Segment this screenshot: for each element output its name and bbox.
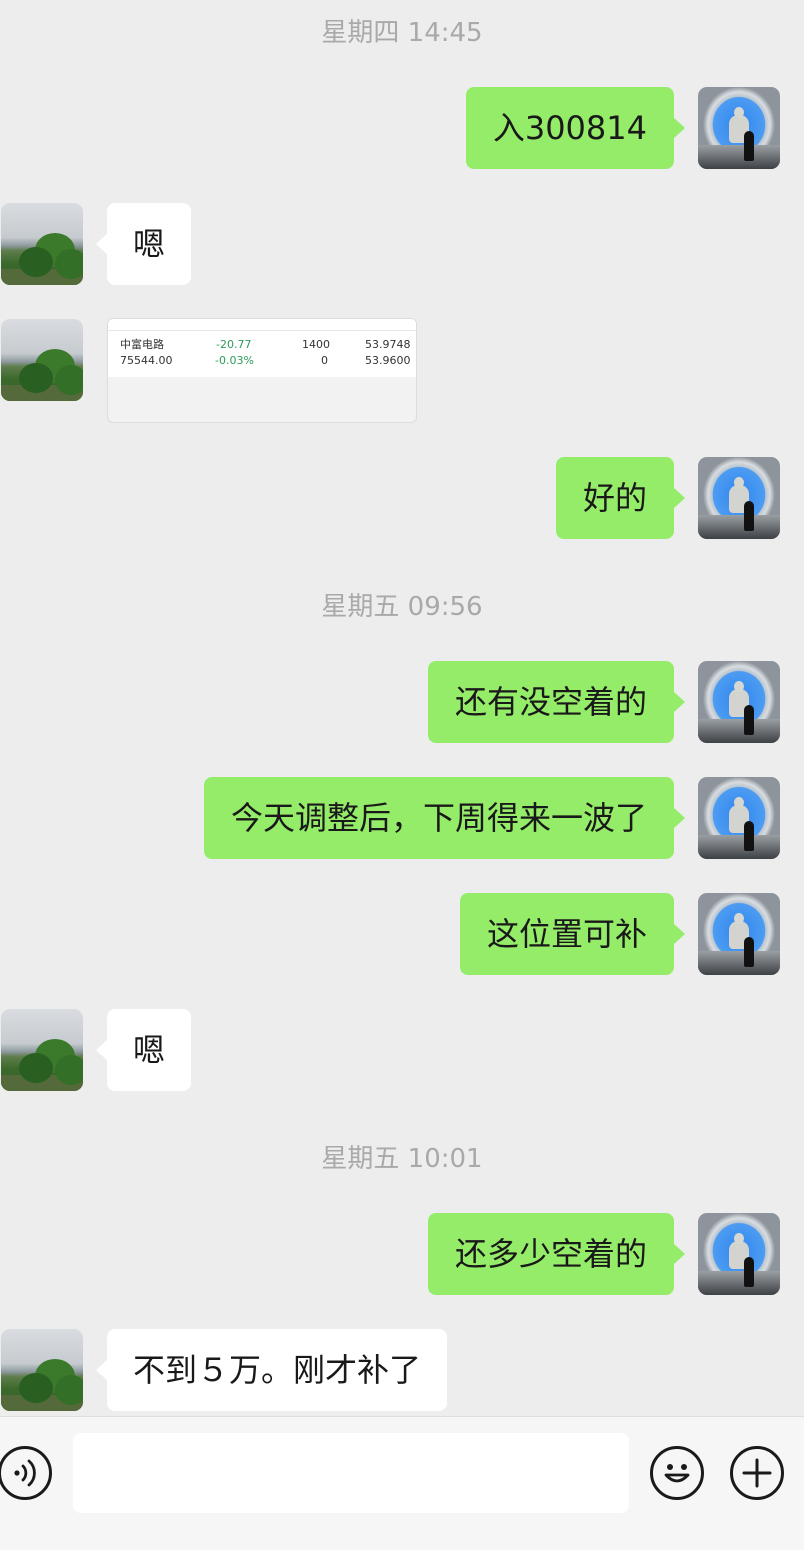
stock-qty: 1400	[302, 338, 330, 351]
stock-name: 中富电路	[120, 338, 164, 351]
chat-area[interactable]: 星期四 14:45 入300814 嗯 中富电路 -20.77 1400 53.…	[0, 0, 804, 1416]
my-avatar[interactable]	[698, 457, 780, 539]
my-avatar[interactable]	[698, 1213, 780, 1295]
contact-avatar[interactable]	[1, 1009, 83, 1091]
timestamp: 星期五 09:56	[321, 592, 483, 622]
my-avatar[interactable]	[698, 777, 780, 859]
avatar-image-part	[55, 1375, 83, 1405]
avatar-image-part	[19, 1373, 53, 1403]
image-cropped-row	[108, 319, 416, 331]
avatar-image-part	[19, 363, 53, 393]
avatar-image-part	[55, 249, 83, 279]
avatar-image-part	[698, 145, 780, 169]
contact-avatar[interactable]	[1, 319, 83, 401]
stock-qty: 0	[321, 354, 328, 367]
avatar-image-part	[744, 705, 754, 735]
stock-price: 53.9748	[365, 338, 411, 351]
my-avatar[interactable]	[698, 87, 780, 169]
message-bubble-sent[interactable]: 今天调整后，下周得来一波了	[203, 777, 686, 859]
plus-icon[interactable]	[730, 1446, 784, 1500]
avatar-image-part	[744, 131, 754, 161]
stock-value: 75544.00	[120, 354, 173, 367]
message-bubble-received[interactable]: 不到５万。刚才补了	[95, 1329, 448, 1411]
avatar-image-part	[19, 1053, 53, 1083]
message-bubble-sent[interactable]: 好的	[555, 457, 686, 539]
avatar-image-part	[698, 515, 780, 539]
emoji-icon-glyph	[664, 1464, 690, 1483]
avatar-image-part	[19, 247, 53, 277]
message-bubble-received[interactable]: 嗯	[95, 1009, 192, 1091]
stock-change-pct: -0.03%	[215, 354, 254, 367]
my-avatar[interactable]	[698, 661, 780, 743]
stock-price: 53.9600	[365, 354, 411, 367]
avatar-image-part	[744, 501, 754, 531]
avatar-image-part	[698, 719, 780, 743]
avatar-image-part	[744, 937, 754, 967]
avatar-image-part	[698, 951, 780, 975]
message-bubble-sent[interactable]: 这位置可补	[459, 893, 686, 975]
voice-icon[interactable]	[0, 1446, 52, 1500]
message-bubble-sent[interactable]: 还有没空着的	[427, 661, 686, 743]
avatar-image-part	[55, 1055, 83, 1085]
avatar-image-part	[744, 1257, 754, 1287]
message-bubble-sent[interactable]: 还多少空着的	[427, 1213, 686, 1295]
timestamp: 星期五 10:01	[321, 1144, 483, 1174]
stock-change: -20.77	[216, 338, 252, 351]
my-avatar[interactable]	[698, 893, 780, 975]
message-bubble-sent[interactable]: 入300814	[465, 87, 686, 169]
contact-avatar[interactable]	[1, 203, 83, 285]
emoji-icon[interactable]	[650, 1446, 704, 1500]
avatar-image-part	[698, 1271, 780, 1295]
input-bar	[0, 1416, 804, 1550]
timestamp: 星期四 14:45	[321, 18, 483, 48]
avatar-image-part	[55, 365, 83, 395]
plus-icon-glyph	[742, 1458, 772, 1488]
avatar-image-part	[698, 835, 780, 859]
message-bubble-received[interactable]: 嗯	[95, 203, 192, 285]
voice-icon-glyph	[14, 1459, 36, 1487]
image-message[interactable]: 中富电路 -20.77 1400 53.9748 75544.00 -0.03%…	[107, 318, 417, 423]
stock-card: 中富电路 -20.77 1400 53.9748 75544.00 -0.03%…	[108, 331, 416, 377]
contact-avatar[interactable]	[1, 1329, 83, 1411]
avatar-image-part	[744, 821, 754, 851]
message-input[interactable]	[73, 1433, 629, 1513]
